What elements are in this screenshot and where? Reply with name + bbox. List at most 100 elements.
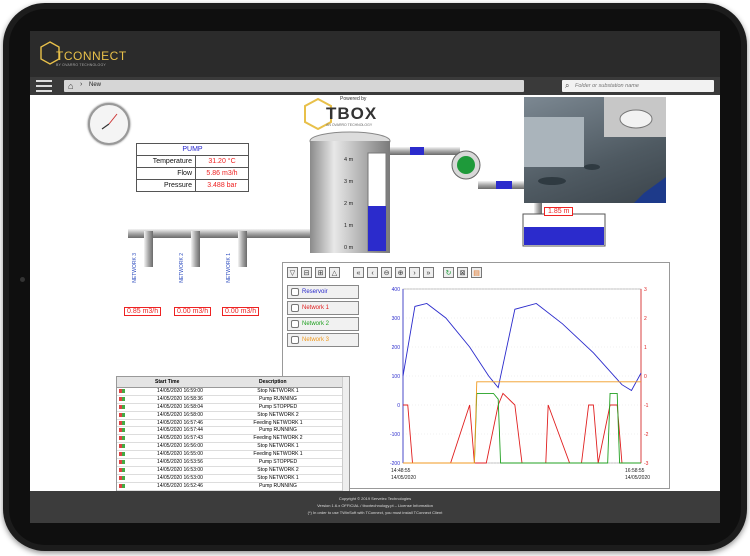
event-time: 14/05/2020 16:57:46	[157, 419, 203, 426]
x-start-date-label: 14/05/2020	[391, 475, 416, 481]
event-status-icon	[119, 420, 125, 425]
network-2-label: NETWORK 2	[179, 253, 185, 283]
event-description: Pump STOPPED	[258, 459, 298, 466]
trend-chart: 400 3300 2200 1100 00 -1-100 -2-200 -314:48:551…	[390, 287, 650, 481]
event-row[interactable]: 14/05/2020 16:58:36 Pump RUNNING	[117, 396, 349, 404]
tank-level-fill	[368, 206, 386, 251]
event-time: 14/05/2020 16:53:56	[157, 459, 203, 466]
y-right-tick-label: -2	[644, 432, 649, 438]
event-status-icon	[119, 396, 125, 401]
chart-legend: Reservoir Network 1 Network 2 Network 3	[287, 285, 359, 349]
event-row[interactable]: 14/05/2020 16:53:00 Stop NETWORK 2	[117, 467, 349, 475]
event-status-icon	[119, 404, 125, 409]
next-page-button[interactable]: ›	[409, 267, 420, 278]
first-page-button[interactable]: «	[353, 267, 364, 278]
event-col-description[interactable]: Description	[259, 379, 287, 385]
legend-item-reservoir[interactable]: Reservoir	[287, 285, 359, 299]
pump-running-indicator[interactable]	[457, 156, 475, 174]
previous-page-button[interactable]: ‹	[367, 267, 378, 278]
event-row[interactable]: 14/05/2020 16:55:00 Feeding NETWORK 1	[117, 451, 349, 460]
event-status-icon	[119, 436, 125, 441]
event-description: Stop NETWORK 1	[257, 443, 299, 450]
app-header: TCONNECT BY OVARRO TECHNOLOGY	[30, 31, 720, 77]
last-page-button[interactable]: »	[423, 267, 434, 278]
tank-level-1m: 1 m	[344, 223, 354, 229]
pump-outlet-flow	[496, 181, 512, 189]
event-description: Pump RUNNING	[259, 395, 297, 402]
y-right-tick-label: -3	[644, 461, 649, 467]
page-footer: Copyright © 2019 Servelec Technologies V…	[30, 491, 720, 523]
zoom-in-y-button[interactable]: ⊞	[315, 267, 326, 278]
event-time: 14/05/2020 16:58:04	[157, 403, 203, 410]
event-status-icon	[119, 452, 125, 457]
zoom-in-button[interactable]: ⊕	[395, 267, 406, 278]
y-left-tick-label: 100	[392, 374, 401, 380]
event-row[interactable]: 14/05/2020 16:59:00 Stop NETWORK 1	[117, 388, 349, 396]
event-row[interactable]: 14/05/2020 16:53:00 Stop NETWORK 1	[117, 475, 349, 483]
scroll-down-button[interactable]: ▽	[287, 267, 298, 278]
legend-item-network-2[interactable]: Network 2	[287, 317, 359, 331]
event-time: 14/05/2020 16:58:36	[157, 395, 203, 402]
y-right-tick-label: 0	[644, 374, 647, 380]
breadcrumb-item[interactable]: New	[89, 82, 101, 88]
event-row[interactable]: 14/05/2020 16:58:00 Stop NETWORK 2	[117, 412, 349, 420]
legend-item-network-3[interactable]: Network 3	[287, 333, 359, 347]
y-right-tick-label: -1	[644, 403, 649, 409]
event-row[interactable]: 14/05/2020 16:53:56 Pump STOPPED	[117, 459, 349, 467]
plot-area[interactable]	[402, 288, 642, 464]
hamburger-menu-icon[interactable]	[36, 80, 52, 92]
event-row[interactable]: 14/05/2020 16:56:00 Stop NETWORK 1	[117, 443, 349, 452]
event-status-icon	[119, 467, 125, 472]
footer-version[interactable]: Version 1.6.x OFFICIAL / tboxtechnology.…	[30, 503, 720, 508]
pump-inlet-flow	[410, 147, 424, 155]
export-button[interactable]: ▤	[471, 267, 482, 278]
y-left-tick-label: -100	[390, 432, 400, 438]
legend-item-network-1[interactable]: Network 1	[287, 301, 359, 315]
y-left-tick-label: 400	[392, 287, 401, 293]
event-status-icon	[119, 412, 125, 417]
zoom-out-y-button[interactable]: ⊟	[301, 267, 312, 278]
home-icon[interactable]: ⌂	[68, 81, 73, 91]
event-description: Feeding NETWORK 1	[253, 451, 303, 458]
navigation-bar: ⌂ › New ⌕	[30, 77, 720, 95]
logo-subtext: BY OVARRO TECHNOLOGY	[56, 63, 106, 67]
event-status-icon	[119, 389, 125, 393]
event-description: Feeding NETWORK 2	[253, 435, 303, 442]
event-row[interactable]: 14/05/2020 16:57:43 Feeding NETWORK 2	[117, 435, 349, 444]
event-description: Stop NETWORK 1	[257, 474, 299, 481]
tank-level-2m: 2 m	[344, 201, 354, 207]
event-description: Pump RUNNING	[259, 482, 297, 489]
scroll-up-button[interactable]: △	[329, 267, 340, 278]
footer-copyright: Copyright © 2019 Servelec Technologies	[338, 496, 412, 501]
app-logo[interactable]: TCONNECT BY OVARRO TECHNOLOGY	[40, 39, 126, 71]
search-icon[interactable]: ⌕	[565, 81, 569, 91]
network-1-pipe	[238, 231, 247, 267]
event-description: Feeding NETWORK 1	[253, 419, 303, 426]
event-row[interactable]: 14/05/2020 16:52:46 Pump RUNNING	[117, 483, 349, 491]
event-status-icon	[119, 483, 125, 488]
network-1-flow-value: 0.00 m3/h	[222, 307, 260, 316]
event-row[interactable]: 14/05/2020 16:57:44 Pump RUNNING	[117, 427, 349, 436]
breadcrumb: ⌂ › New	[64, 80, 524, 92]
event-description: Pump STOPPED	[258, 403, 298, 410]
event-status-icon	[119, 475, 125, 480]
y-left-tick-label: -200	[390, 461, 400, 467]
event-status-icon	[119, 444, 125, 449]
refresh-button[interactable]: ↻	[443, 267, 454, 278]
event-col-start[interactable]: Start Time	[155, 379, 179, 385]
search-input[interactable]	[575, 81, 710, 91]
event-time: 14/05/2020 16:59:00	[157, 388, 203, 394]
event-row[interactable]: 14/05/2020 16:58:04 Pump STOPPED	[117, 404, 349, 412]
x-end-time-label: 16:58:55	[625, 468, 645, 474]
synoptic-view: Powered by TBOX AN OVARRO TECHNOLOGY PUM…	[86, 95, 670, 520]
network-2-pipe	[191, 231, 200, 267]
clear-button[interactable]: ⊠	[457, 267, 468, 278]
event-row[interactable]: 14/05/2020 16:57:46 Feeding NETWORK 1	[117, 420, 349, 428]
zoom-out-button[interactable]: ⊖	[381, 267, 392, 278]
y-left-tick-label: 0	[397, 403, 400, 409]
event-log-rows: 14/05/2020 16:59:00 Stop NETWORK 1 14/05/2…	[117, 388, 349, 491]
app-screen: TCONNECT BY OVARRO TECHNOLOGY ⌂ › New ⌕ …	[30, 31, 720, 523]
chevron-right-icon: ›	[80, 81, 83, 88]
y-left-tick-label: 200	[392, 345, 401, 351]
x-end-date-label: 14/05/2020	[625, 475, 650, 481]
